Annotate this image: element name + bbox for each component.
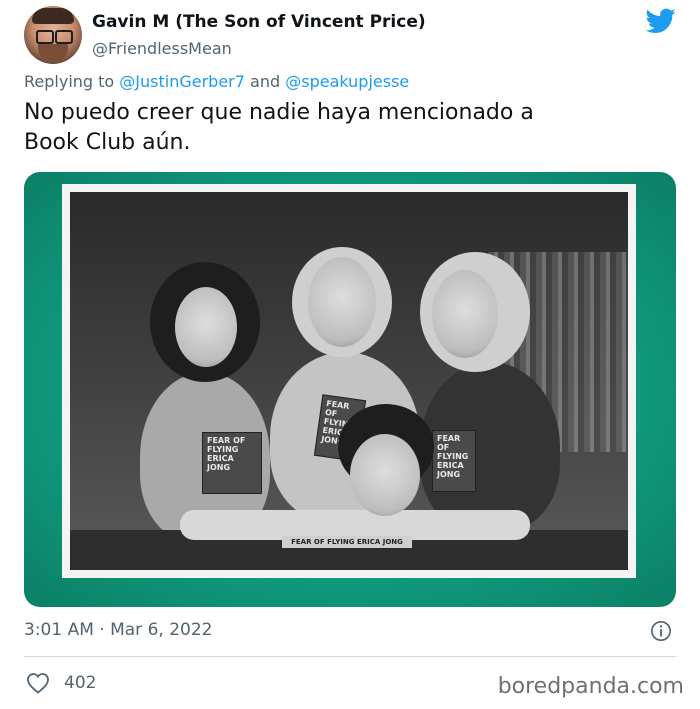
reply-user-link[interactable]: @speakupjesse <box>285 72 409 91</box>
book-spine: FEAR OF FLYING ERICA JONG <box>282 536 412 548</box>
reply-prefix: Replying to <box>24 72 115 91</box>
book-club-photo: FEAR OF FLYING ERICA JONG FEAR OF FLYING… <box>70 192 628 570</box>
photo-frame: FEAR OF FLYING ERICA JONG FEAR OF FLYING… <box>62 184 636 578</box>
divider <box>24 656 676 657</box>
watermark: boredpanda.com <box>497 674 684 699</box>
tweet-media[interactable]: FEAR OF FLYING ERICA JONG FEAR OF FLYING… <box>24 172 676 607</box>
reply-user-link[interactable]: @JustinGerber7 <box>119 72 245 91</box>
like-count: 402 <box>64 673 97 693</box>
tweet-text: No puedo creer que nadie haya mencionado… <box>24 98 664 158</box>
twitter-bird-icon[interactable] <box>646 8 676 34</box>
tweet-timestamp[interactable]: 3:01 AM · Mar 6, 2022 <box>24 620 212 640</box>
heart-icon[interactable] <box>26 672 50 694</box>
book-cover: FEAR OF FLYING ERICA JONG <box>432 430 476 492</box>
tweet-text-line: No puedo creer que nadie haya mencionado… <box>24 100 534 125</box>
author-name[interactable]: Gavin M (The Son of Vincent Price) <box>92 12 426 32</box>
reply-conjunction: and <box>250 72 281 91</box>
tweet-text-line: Book Club aún. <box>24 130 191 155</box>
reply-context: Replying to @JustinGerber7 and @speakupj… <box>24 72 409 91</box>
info-icon[interactable] <box>650 620 672 642</box>
tweet-header: Gavin M (The Son of Vincent Price) @Frie… <box>24 4 684 66</box>
avatar[interactable] <box>24 6 82 64</box>
author-handle[interactable]: @FriendlessMean <box>92 39 232 58</box>
book-cover: FEAR OF FLYING ERICA JONG <box>202 432 262 494</box>
